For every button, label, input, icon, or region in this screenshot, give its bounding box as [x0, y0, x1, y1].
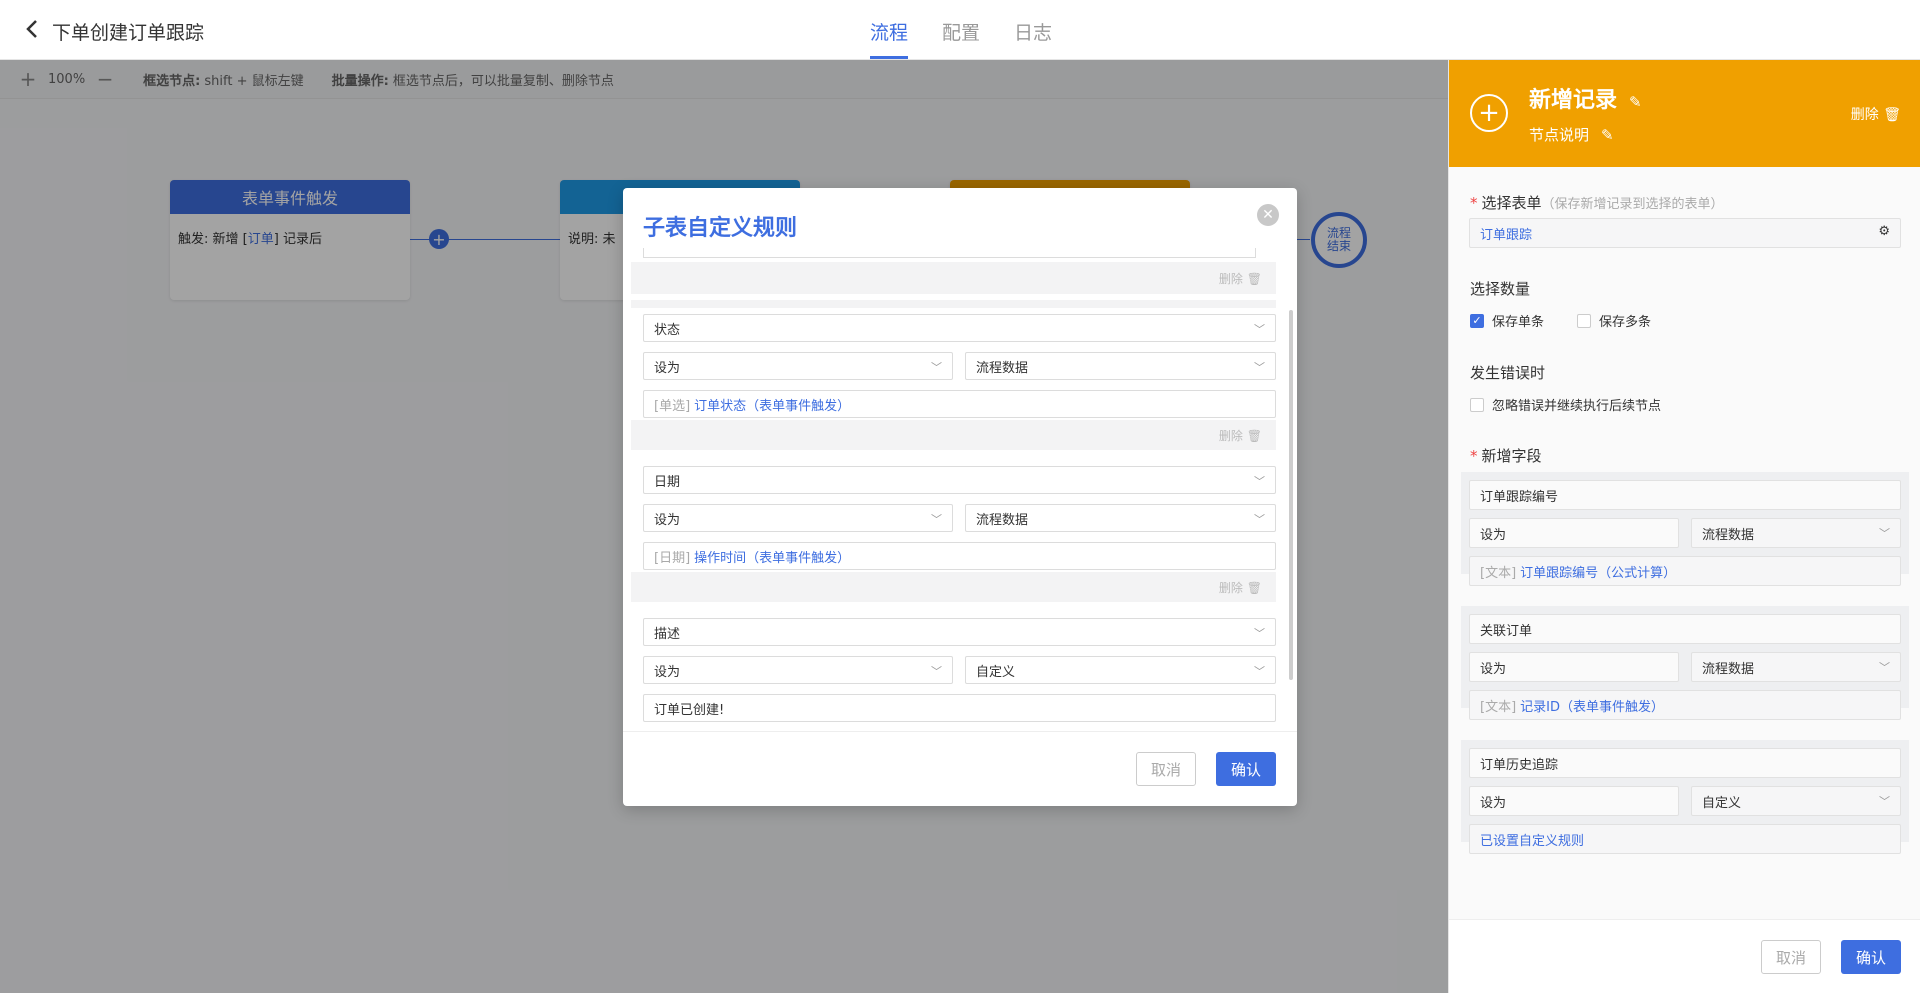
- save-multi-checkbox[interactable]: 保存多条: [1577, 311, 1651, 330]
- custom-rule-link[interactable]: 已设置自定义规则: [1469, 824, 1901, 854]
- value-field[interactable]: [单选] 订单状态（表单事件触发）: [643, 390, 1276, 418]
- node-description: 节点说明 ✎: [1529, 126, 1614, 144]
- count-label: 选择数量: [1470, 280, 1531, 298]
- back-arrow-icon[interactable]: [22, 18, 42, 40]
- tab-flow[interactable]: 流程: [870, 18, 909, 59]
- field-name: 订单跟踪编号: [1469, 480, 1901, 510]
- source-select[interactable]: 自定义 ﹀: [965, 656, 1276, 684]
- check-icon: ✓: [1470, 313, 1484, 328]
- dialog-footer: 取消 确认: [623, 732, 1297, 806]
- field-name: 关联订单: [1469, 614, 1901, 644]
- field-select[interactable]: 状态 ﹀: [643, 314, 1276, 342]
- add-circle-icon: +: [1470, 94, 1508, 132]
- op-select[interactable]: 设为: [1469, 652, 1679, 682]
- value-field[interactable]: [文本] 订单跟踪编号（公式计算）: [1469, 556, 1901, 586]
- page-title: 下单创建订单跟踪: [52, 22, 205, 44]
- delete-node-button[interactable]: 删除 🗑: [1851, 104, 1901, 124]
- field-name: 订单历史追踪: [1469, 748, 1901, 778]
- close-icon[interactable]: ✕: [1257, 204, 1279, 226]
- delete-rule-button[interactable]: 删除 🗑: [1219, 270, 1262, 287]
- form-select[interactable]: 订单跟踪 ⚙: [1469, 218, 1901, 248]
- select-form-label: * 选择表单（保存新增记录到选择的表单）: [1470, 194, 1724, 212]
- rule-footer: 删除 🗑: [631, 420, 1276, 450]
- delete-rule-button[interactable]: 删除 🗑: [1219, 579, 1262, 596]
- value-field[interactable]: [文本] 记录ID（表单事件触发）: [1469, 690, 1901, 720]
- op-select[interactable]: 设为: [1469, 786, 1679, 816]
- checkbox-box: [1470, 397, 1484, 412]
- tab-log[interactable]: 日志: [1014, 18, 1052, 59]
- source-select[interactable]: 流程数据 ﹀: [965, 352, 1276, 380]
- op-select[interactable]: 设为 ﹀: [643, 504, 953, 532]
- edit-title-icon[interactable]: ✎: [1629, 93, 1642, 111]
- dialog-body[interactable]: 删除 🗑 状态 ﹀ 设为 ﹀ 流程数据 ﹀ [单选] 订单状态（表单事件触发） 删除 🗑…: [623, 248, 1297, 732]
- field-select[interactable]: 日期 ﹀: [643, 466, 1276, 494]
- cancel-button[interactable]: 取消: [1136, 752, 1196, 786]
- op-select[interactable]: 设为 ﹀: [643, 352, 953, 380]
- custom-value-input[interactable]: 订单已创建!: [643, 694, 1276, 722]
- tab-bar: 流程 配置 日志: [870, 18, 1052, 59]
- subtable-rule-dialog: 子表自定义规则 ✕ 删除 🗑 状态 ﹀ 设为 ﹀ 流程数据 ﹀ [单选] 订单状态（表单…: [623, 188, 1297, 806]
- source-select[interactable]: 流程数据 ﹀: [1691, 652, 1901, 682]
- panel-footer: 取消 确认: [1449, 919, 1920, 993]
- save-single-checkbox[interactable]: ✓ 保存单条: [1470, 311, 1544, 330]
- ignore-error-checkbox[interactable]: 忽略错误并继续执行后续节点: [1470, 395, 1661, 414]
- panel-confirm-button[interactable]: 确认: [1841, 940, 1901, 974]
- panel-title: 新增记录 ✎: [1529, 88, 1642, 113]
- delete-rule-button[interactable]: 删除 🗑: [1219, 427, 1262, 444]
- confirm-button[interactable]: 确认: [1216, 752, 1276, 786]
- node-config-panel: + 新增记录 ✎ 节点说明 ✎ 删除 🗑 * 选择表单（保存新增记录到选择的表单） 订…: [1448, 60, 1920, 993]
- gear-icon[interactable]: ⚙: [1878, 224, 1890, 239]
- edit-desc-icon[interactable]: ✎: [1601, 126, 1614, 144]
- op-select[interactable]: 设为 ﹀: [643, 656, 953, 684]
- source-select[interactable]: 流程数据 ﹀: [965, 504, 1276, 532]
- source-select[interactable]: 流程数据 ﹀: [1691, 518, 1901, 548]
- top-bar: 下单创建订单跟踪 流程 配置 日志: [0, 0, 1920, 60]
- partial-field[interactable]: [643, 248, 1256, 258]
- source-select[interactable]: 自定义 ﹀: [1691, 786, 1901, 816]
- rule-footer: 删除 🗑: [631, 262, 1276, 294]
- rule-footer: 删除 🗑: [631, 572, 1276, 602]
- scrollbar[interactable]: [1289, 310, 1293, 680]
- panel-cancel-button[interactable]: 取消: [1761, 940, 1821, 974]
- panel-header: + 新增记录 ✎ 节点说明 ✎ 删除 🗑: [1449, 60, 1920, 167]
- checkbox-box: [1577, 313, 1591, 328]
- fields-label: * 新增字段: [1470, 447, 1542, 465]
- error-label: 发生错误时: [1470, 364, 1546, 382]
- op-select[interactable]: 设为: [1469, 518, 1679, 548]
- tab-config[interactable]: 配置: [942, 18, 980, 59]
- value-field[interactable]: [日期] 操作时间（表单事件触发）: [643, 542, 1276, 570]
- dialog-title: 子表自定义规则: [643, 216, 798, 241]
- field-select[interactable]: 描述 ﹀: [643, 618, 1276, 646]
